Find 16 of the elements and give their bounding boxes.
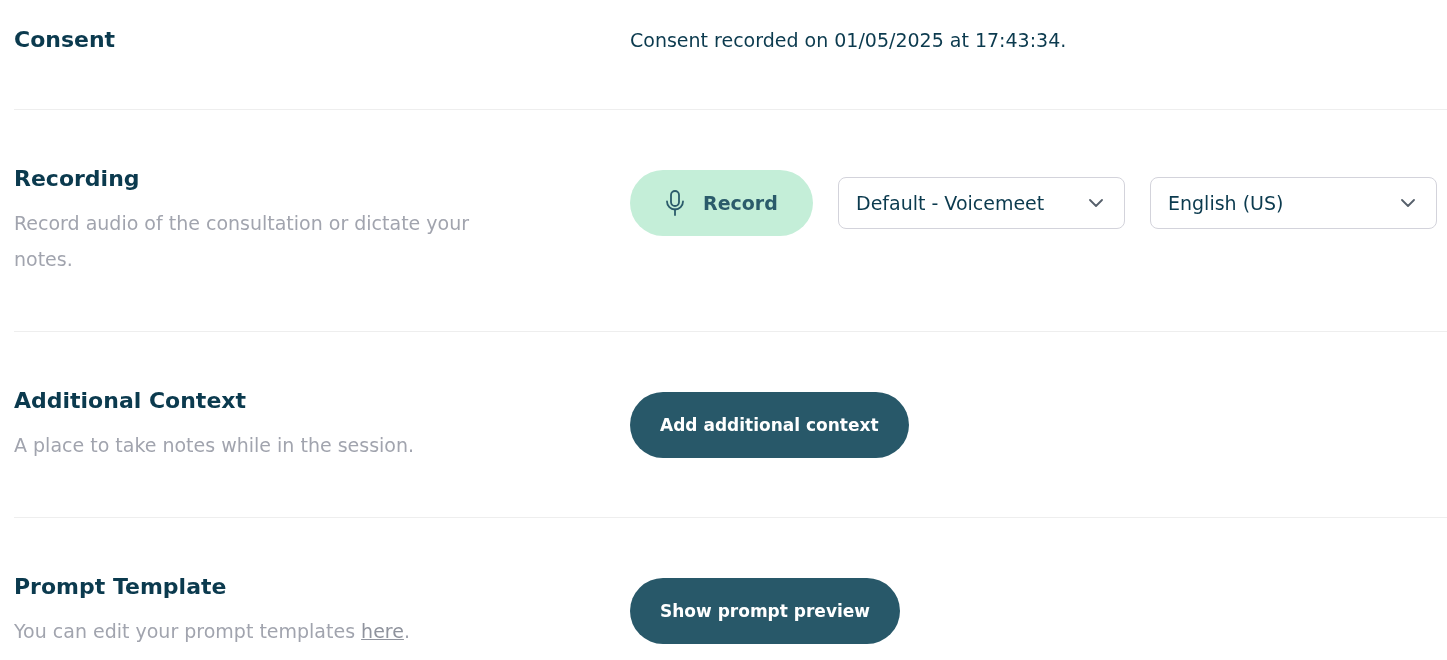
microphone-icon	[665, 190, 685, 216]
section-description: You can edit your prompt templates here.	[14, 619, 410, 644]
action-button[interactable]: Add additional context	[630, 392, 909, 458]
action-button[interactable]: Show prompt preview	[630, 578, 901, 644]
section-description: A place to take notes while in the session.	[14, 433, 415, 458]
dropdown-select[interactable]: English (US)	[1150, 177, 1437, 229]
dropdown-select[interactable]: Default - Voicemeet	[838, 177, 1125, 229]
section-title: Consent	[14, 26, 116, 54]
consent-status-text: Consent recorded on 01/05/2025 at 17:43:34.	[630, 28, 1067, 53]
section-title: Prompt Template	[14, 573, 227, 601]
section-title: Recording	[14, 165, 140, 193]
section-title: Additional Context	[14, 387, 246, 415]
section-description: Record audio of the consultation or dictate your notes.	[14, 211, 471, 272]
chevron-down-icon	[1089, 199, 1103, 207]
chevron-down-icon	[1401, 199, 1415, 207]
record-button[interactable]: Record	[630, 170, 813, 236]
